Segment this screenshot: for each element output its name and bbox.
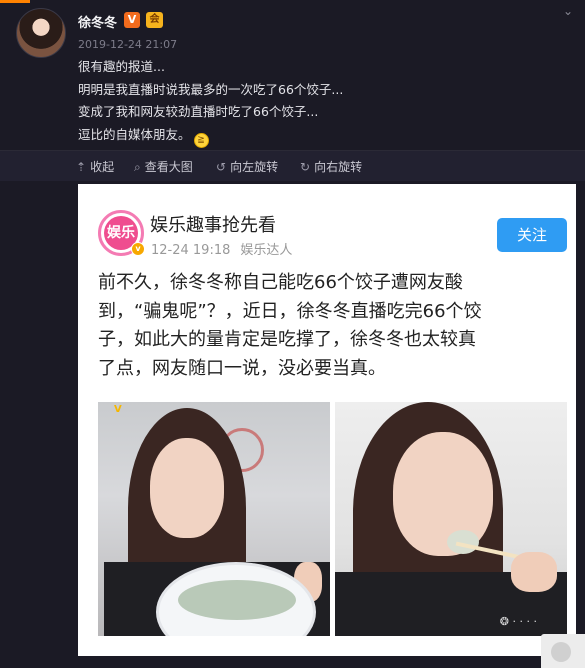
photo-holding-bowl: V [98,402,330,636]
post-line: 变成了我和网友较劲直播时吃了66个饺子... [78,104,319,119]
corner-thumbnail[interactable] [541,634,585,668]
article-body: 前不久，徐冬冬称自己能吃66个饺子遭网友酸 到，“骗鬼呢”？，近日，徐冬冬直播吃… [98,269,573,383]
photo-eating-dumpling: ❂ · · · · [335,402,567,636]
image-toolbar: ⇡ 收起 ⌕ 查看大图 ↺ 向左旋转 ↻ 向右旋转 [0,151,585,181]
embedded-screenshot[interactable]: 娱乐 v 娱乐趣事抢先看 12-24 19:18 娱乐达人 关注 前不久，徐冬冬称… [78,184,576,656]
verified-dot-icon: v [131,242,145,256]
rotate-left-icon: ↺ [216,160,227,174]
vip-badge-icon[interactable]: 会 [146,12,163,28]
collapse-button[interactable]: ⇡ 收起 [76,158,114,175]
live-mark-icon: V [114,404,122,415]
rotate-right-button[interactable]: ↻ 向右旋转 [300,158,362,175]
collapse-arrow-icon: ⇡ [76,160,87,174]
top-accent-bar [0,0,30,3]
post-line: 逗比的自媒体朋友。 [78,126,191,142]
laugh-emoji-icon: ≧ [193,132,209,148]
account-name: 娱乐趣事抢先看 [150,215,276,236]
post-line: 明明是我直播时说我最多的一次吃了66个饺子... [78,81,344,97]
watermark: ❂ · · · · [499,615,537,628]
post-date: 12-24 19:18 [151,243,231,258]
post-text: 很有趣的报道... 明明是我直播时说我最多的一次吃了66个饺子... 变成了我和… [78,56,343,148]
post-line: 很有趣的报道... [78,59,165,74]
post-timestamp[interactable]: 2019-12-24 21:07 [78,38,177,51]
username[interactable]: 徐冬冬 [78,12,117,31]
article-line: 了点，网友随口一说，没必要当真。 [98,357,386,379]
post-line-with-emoji: 逗比的自媒体朋友。 ≧ [78,124,343,148]
account-meta: 12-24 19:18 娱乐达人 [151,239,292,258]
article-line: 前不久，徐冬冬称自己能吃66个饺子遭网友酸 [98,272,463,293]
follow-button: 关注 [497,218,567,252]
article-line: 子，如此大的量肯定是吃撑了，徐冬冬也太较真 [98,329,476,350]
rotate-right-icon: ↻ [300,160,311,174]
verified-badge-icon[interactable]: V [124,12,140,28]
dumpling-shape [447,530,479,554]
account-logo: 娱乐 v [98,210,145,256]
rotate-left-button[interactable]: ↺ 向左旋转 [216,158,278,175]
article-line: 到，“骗鬼呢”？，近日，徐冬冬直播吃完66个饺 [98,300,482,322]
view-large-button[interactable]: ⌕ 查看大图 [134,158,193,175]
chevron-down-icon[interactable]: ⌄ [563,4,573,18]
zoom-icon: ⌕ [134,160,141,174]
account-type: 娱乐达人 [240,243,293,258]
avatar[interactable] [16,8,66,58]
face-shape [150,438,224,538]
dumplings-shape [178,580,296,620]
hand-shape [511,552,557,592]
